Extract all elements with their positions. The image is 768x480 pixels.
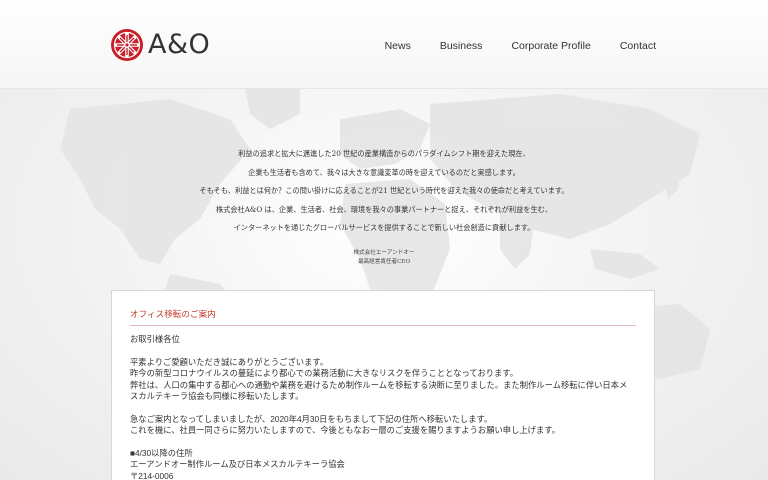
signature-company: 株式会社エーアンドオー <box>353 250 415 256</box>
notice-body: お取引様各位 平素よりご愛顧いただき誠にありがとうございます。 昨今の新型コロナ… <box>130 334 638 480</box>
notice-salutation: お取引様各位 <box>130 334 180 344</box>
notice-text-line: 弊社は、人口の集中する都心への通勤や業務を避けるため制作ルームを移転する決断に至… <box>130 379 628 390</box>
notice-text-line: 平素よりご愛顧いただき誠にありがとうございます。 <box>130 356 329 367</box>
notice-address-line: 〒214-0006 <box>130 470 174 480</box>
notice-title: オフィス移転のご案内 <box>130 309 216 319</box>
main-nav: News Business Corporate Profile Contact <box>356 40 656 52</box>
notice-text-line: これを機に、社員一同さらに努力いたしますので、今後ともなお一層のご支援を賜ります… <box>130 425 561 436</box>
message-line: そもそも、利益とは何か？この問い掛けに応えることが21 世紀という時代を迎えた我… <box>199 186 569 195</box>
notice-text-line: 昨今の新型コロナウイルスの蔓延により都心での業務活動に大きなリスクを伴うこととな… <box>130 368 519 379</box>
page: A&O News Business Corporate Profile Cont… <box>0 0 768 480</box>
office-relocation-notice: オフィス移転のご案内 お取引様各位 平素よりご愛顧いただき誠にありがとうございま… <box>111 290 655 480</box>
signature-title: 最高経営責任者CEO <box>357 259 411 265</box>
message-line: インターネットを通じたグローバルサービスを提供することで新しい社会創造に貢献しま… <box>233 223 535 232</box>
nav-corporate-profile[interactable]: Corporate Profile <box>511 40 590 52</box>
notice-address-heading: ■4/30以降の住所 <box>130 448 193 459</box>
notice-divider <box>130 325 636 326</box>
notice-address-line: エーアンドオー制作ルーム及び日本メスカルテキーラ協会 <box>130 459 345 470</box>
message-line: 利益の追求と拡大に邁進した20 世紀の産業構造からのパラダイムシフト期を迎えた現… <box>238 149 530 158</box>
logo-text: A&O <box>148 29 211 60</box>
message-signature: 株式会社エーアンドオー 最高経営責任者CEO <box>0 249 768 267</box>
nav-business[interactable]: Business <box>440 40 483 52</box>
site-header: A&O News Business Corporate Profile Cont… <box>0 0 768 89</box>
site-logo[interactable]: A&O <box>110 28 210 62</box>
ceo-message: 利益の追求と拡大に邁進した20 世紀の産業構造からのパラダイムシフト期を迎えた現… <box>0 145 768 238</box>
message-line: 企業も生活者も含めて、我々は大きな意識変革の時を迎えているのだと実感します。 <box>248 167 520 177</box>
notice-text-line: スカルテキーラ協会も同様に移転いたします。 <box>130 391 304 402</box>
nav-news[interactable]: News <box>385 40 411 52</box>
logo-mark-icon <box>111 29 143 61</box>
notice-text-line: 急なご案内となってしまいましたが、2020年4月30日をもちまして下記の住所へ移… <box>130 413 493 424</box>
message-line: 株式会社A&O は、企業、生活者、社会、環境を我々の事業パートナーと捉え、それぞ… <box>215 204 553 214</box>
nav-contact[interactable]: Contact <box>620 40 656 52</box>
